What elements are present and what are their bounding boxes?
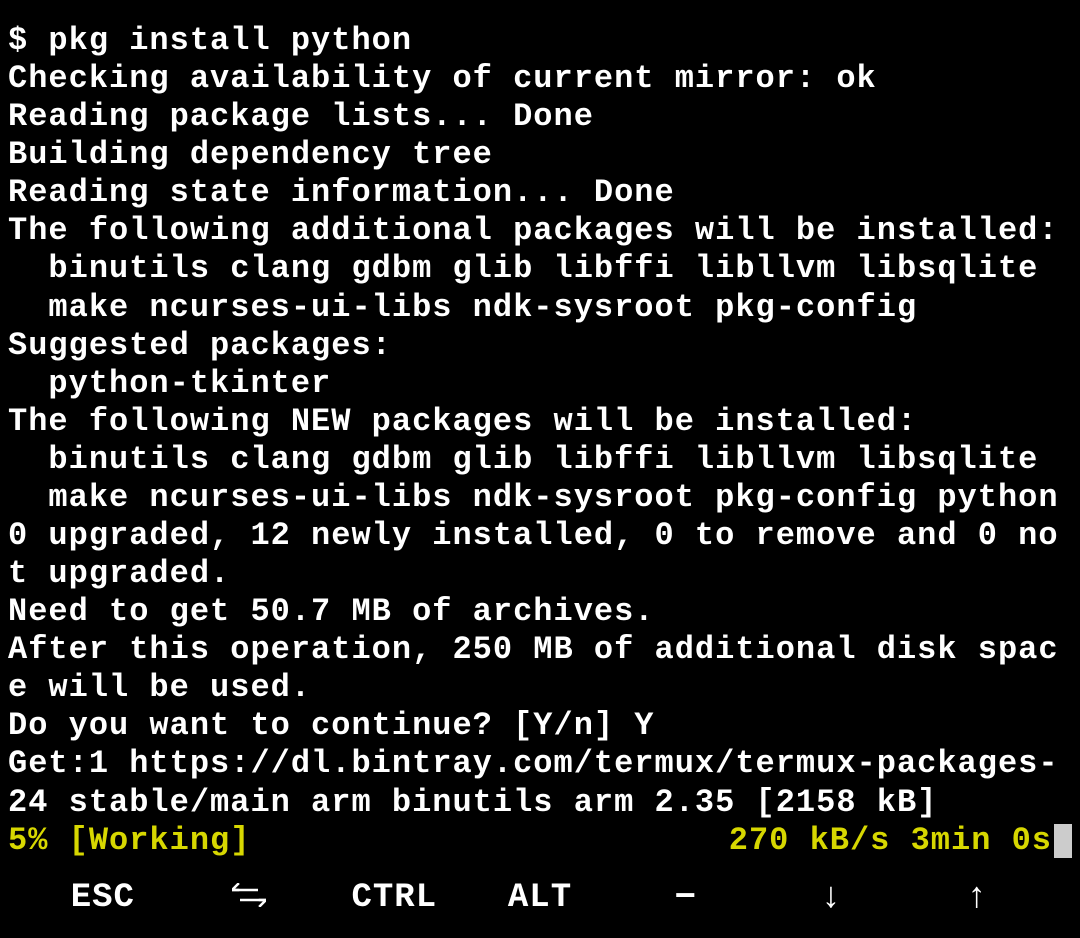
cursor-icon xyxy=(1054,824,1072,858)
alt-key[interactable]: ALT xyxy=(467,878,613,918)
output-line: Need to get 50.7 MB of archives. xyxy=(8,593,655,630)
output-line: After this operation, 250 MB of addition… xyxy=(8,631,1059,706)
arrow-up-key[interactable]: ↑ xyxy=(904,877,1050,920)
output-line: 0 upgraded, 12 newly installed, 0 to rem… xyxy=(8,517,1059,592)
tab-key[interactable] xyxy=(176,877,322,920)
output-line: make ncurses-ui-libs ndk-sysroot pkg-con… xyxy=(8,289,917,326)
esc-key[interactable]: ESC xyxy=(30,878,176,918)
dash-key[interactable]: − xyxy=(613,877,759,920)
output-line: make ncurses-ui-libs ndk-sysroot pkg-con… xyxy=(8,479,1059,516)
extra-key-row: ESC CTRL ALT − ↓ ↑ xyxy=(0,860,1080,938)
output-line: Do you want to continue? [Y/n] Y xyxy=(8,707,655,744)
command-text: pkg install python xyxy=(48,22,412,59)
shell-prompt: $ xyxy=(8,22,48,59)
output-line: Reading package lists... Done xyxy=(8,98,594,135)
output-line: binutils clang gdbm glib libffi libllvm … xyxy=(8,441,1038,478)
output-line: Checking availability of current mirror:… xyxy=(8,60,877,97)
output-line: Suggested packages: xyxy=(8,327,392,364)
output-line: Building dependency tree xyxy=(8,136,493,173)
download-status-line: 5% [Working] 270 kB/s 3min 0s xyxy=(0,822,1080,860)
output-line: Get:1 https://dl.bintray.com/termux/term… xyxy=(8,745,1059,820)
terminal-output[interactable]: $ pkg install python Checking availabili… xyxy=(0,0,1080,822)
output-line: Reading state information... Done xyxy=(8,174,675,211)
download-progress: 5% [Working] xyxy=(8,822,250,860)
arrow-down-key[interactable]: ↓ xyxy=(759,877,905,920)
output-line: The following additional packages will b… xyxy=(8,212,1059,249)
output-line: The following NEW packages will be insta… xyxy=(8,403,917,440)
tab-arrows-icon xyxy=(232,883,266,907)
output-line: python-tkinter xyxy=(8,365,331,402)
download-speed: 270 kB/s 3min 0s xyxy=(729,822,1052,860)
output-line: binutils clang gdbm glib libffi libllvm … xyxy=(8,250,1038,287)
ctrl-key[interactable]: CTRL xyxy=(321,878,467,918)
